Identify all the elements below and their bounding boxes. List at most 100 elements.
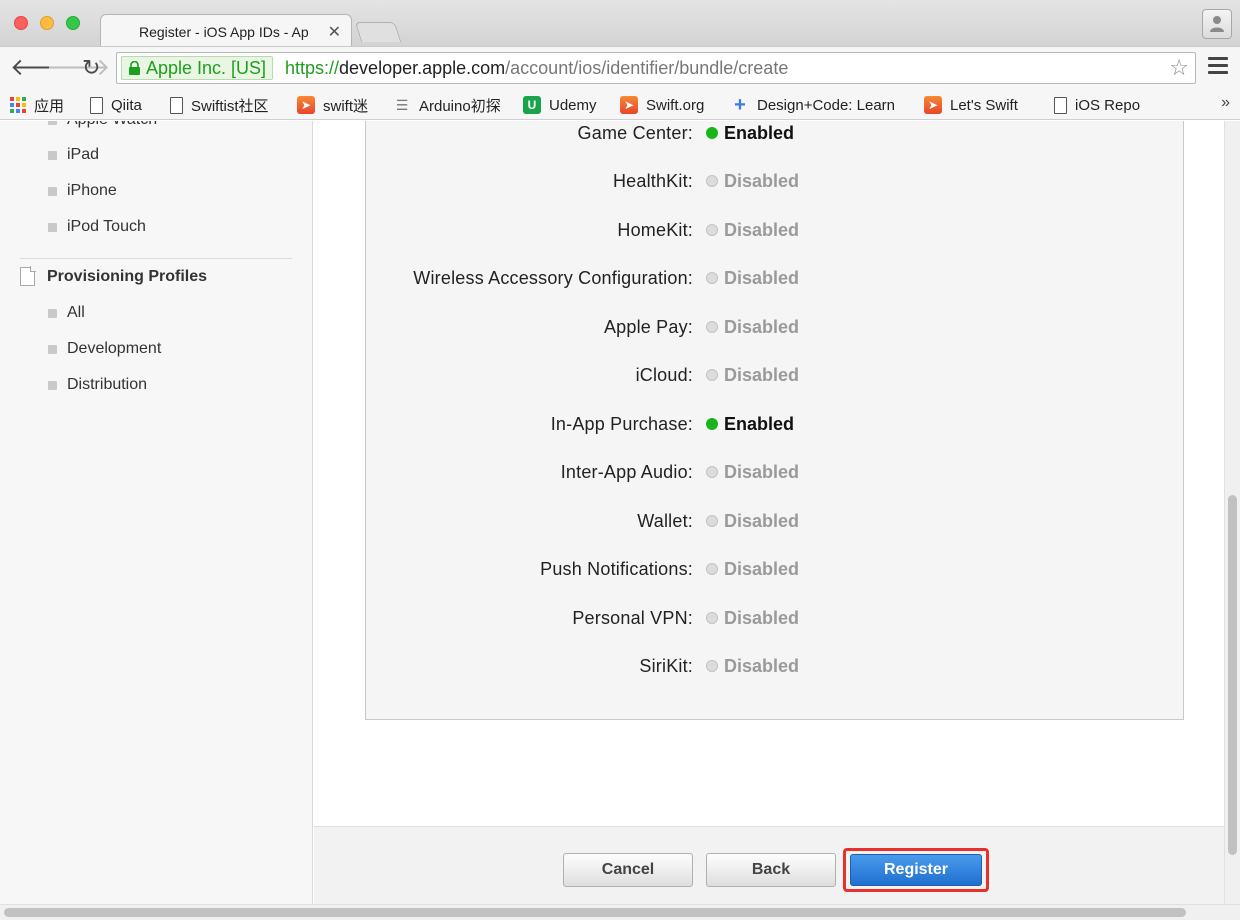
status-text: Disabled bbox=[724, 170, 800, 191]
reload-icon[interactable]: ↻ bbox=[82, 55, 100, 81]
service-label: Wallet: bbox=[637, 511, 693, 531]
service-status: Disabled bbox=[706, 458, 799, 486]
bullet-icon bbox=[48, 380, 57, 390]
status-dot-icon bbox=[706, 127, 718, 139]
swift-icon: ➤ bbox=[620, 96, 638, 114]
service-label: Wireless Accessory Configuration: bbox=[413, 268, 693, 288]
profile-button[interactable] bbox=[1202, 9, 1232, 39]
sidebar-divider bbox=[20, 258, 292, 259]
status-dot-icon bbox=[706, 515, 718, 527]
bookmark-label: iOS Repo bbox=[1075, 96, 1141, 114]
designcode-icon: + bbox=[734, 95, 746, 115]
bullet-icon bbox=[48, 121, 57, 125]
service-status: Disabled bbox=[706, 507, 799, 535]
bookmarks-overflow-button[interactable]: » bbox=[1221, 94, 1230, 112]
bookmark-ios-repo[interactable]: iOS Repo bbox=[1054, 95, 1140, 115]
bookmark-swift-org[interactable]: ➤ Swift.org bbox=[620, 95, 704, 115]
forward-arrow-icon[interactable]: 🡒 bbox=[46, 55, 110, 81]
service-label: Inter-App Audio: bbox=[560, 462, 693, 482]
bookmark-label: Qiita bbox=[111, 96, 142, 114]
status-dot-icon bbox=[706, 466, 718, 478]
service-row-inter-app-audio: Inter-App Audio: Disabled bbox=[366, 458, 1185, 486]
bookmark-label: Let's Swift bbox=[950, 96, 1018, 114]
window-minimize-button[interactable] bbox=[40, 16, 54, 30]
service-row-homekit: HomeKit: Disabled bbox=[366, 216, 1185, 244]
sidebar-item-label: Apple Watch bbox=[67, 121, 157, 129]
status-text: Disabled bbox=[724, 558, 800, 579]
bullet-icon bbox=[48, 186, 57, 196]
horizontal-scrollbar[interactable] bbox=[0, 904, 1240, 920]
bullet-icon bbox=[48, 308, 57, 318]
back-button[interactable]: Back bbox=[706, 853, 836, 887]
window-close-button[interactable] bbox=[14, 16, 28, 30]
bookmark-swiftmi[interactable]: ➤ swift迷 bbox=[297, 95, 368, 115]
service-status: Disabled bbox=[706, 264, 799, 292]
sidebar-item-ipod-touch[interactable]: iPod Touch bbox=[48, 218, 146, 236]
cancel-button[interactable]: Cancel bbox=[563, 853, 693, 887]
bookmark-label: Arduino初探 bbox=[419, 97, 501, 115]
ev-certificate-badge[interactable]: Apple Inc. [US] bbox=[121, 56, 274, 80]
tab-title: Register - iOS App IDs - Ap bbox=[139, 24, 309, 40]
sidebar-item-label: Development bbox=[67, 340, 162, 357]
service-row-personal-vpn: Personal VPN: Disabled bbox=[366, 604, 1185, 632]
sidebar-heading-label: Provisioning Profiles bbox=[47, 267, 208, 285]
vertical-scrollbar-thumb[interactable] bbox=[1228, 495, 1237, 855]
sidebar-item-all[interactable]: All bbox=[48, 304, 85, 322]
url-text[interactable]: https://developer.apple.com/account/ios/… bbox=[285, 57, 788, 79]
page-icon bbox=[170, 96, 183, 114]
tab-strip: Register - iOS App IDs - Ap ✕ bbox=[0, 0, 1240, 48]
ev-label: Apple Inc. [US] bbox=[146, 58, 267, 78]
register-button[interactable]: Register bbox=[850, 854, 982, 886]
bookmark-lets-swift[interactable]: ➤ Let's Swift bbox=[924, 95, 1018, 115]
service-row-wireless-accessory: Wireless Accessory Configuration: Disabl… bbox=[366, 264, 1185, 292]
sidebar-item-iphone[interactable]: iPhone bbox=[48, 182, 117, 200]
browser-tab-active[interactable]: Register - iOS App IDs - Ap ✕ bbox=[100, 14, 352, 48]
sidebar-item-ipad[interactable]: iPad bbox=[48, 146, 99, 164]
horizontal-scrollbar-thumb[interactable] bbox=[4, 908, 1186, 917]
bookmark-arduino[interactable]: ☰ Arduino初探 bbox=[393, 95, 501, 115]
bookmark-label: Swiftist社区 bbox=[191, 97, 269, 115]
service-label: Apple Pay: bbox=[603, 317, 693, 337]
hamburger-menu-icon[interactable] bbox=[1208, 57, 1228, 77]
sidebar-item-distribution[interactable]: Distribution bbox=[48, 376, 147, 394]
service-row-apple-pay: Apple Pay: Disabled bbox=[366, 313, 1185, 341]
status-text: Disabled bbox=[724, 461, 800, 482]
tab-close-icon[interactable]: ✕ bbox=[328, 23, 341, 41]
bookmark-star-icon[interactable]: ☆ bbox=[1169, 55, 1189, 81]
bookmark-designcode[interactable]: + Design+Code: Learn bbox=[731, 95, 901, 115]
sidebar-item-label: All bbox=[67, 304, 85, 321]
new-tab-button[interactable] bbox=[354, 22, 402, 42]
sidebar-item-apple-watch[interactable]: Apple Watch bbox=[48, 121, 157, 129]
status-dot-icon bbox=[706, 612, 718, 624]
vertical-scrollbar[interactable] bbox=[1224, 121, 1240, 920]
lock-icon bbox=[129, 61, 140, 75]
bookmark-label: 应用 bbox=[34, 97, 65, 115]
sidebar-item-development[interactable]: Development bbox=[48, 340, 161, 358]
sidebar-item-label: iPad bbox=[67, 146, 100, 163]
sidebar-item-label: Distribution bbox=[67, 376, 148, 393]
bookmark-swiftist[interactable]: Swiftist社区 bbox=[170, 95, 269, 115]
status-dot-icon bbox=[706, 369, 718, 381]
status-dot-icon bbox=[706, 563, 718, 575]
service-row-push-notifications: Push Notifications: Disabled bbox=[366, 555, 1185, 583]
service-status: Disabled bbox=[706, 361, 799, 389]
window-zoom-button[interactable] bbox=[66, 16, 80, 30]
apps-grid-icon bbox=[10, 97, 26, 113]
bullet-icon bbox=[48, 150, 57, 160]
page-viewport: Apple Watch iPad iPhone iPod Touch Provi… bbox=[0, 121, 1240, 920]
service-status: Enabled bbox=[706, 410, 794, 438]
status-text: Disabled bbox=[724, 510, 800, 531]
service-row-wallet: Wallet: Disabled bbox=[366, 507, 1185, 535]
status-text: Disabled bbox=[724, 267, 800, 288]
bookmark-qiita[interactable]: Qiita bbox=[90, 95, 142, 115]
status-dot-icon bbox=[706, 175, 718, 187]
sidebar: Apple Watch iPad iPhone iPod Touch Provi… bbox=[0, 121, 313, 920]
status-dot-icon bbox=[706, 418, 718, 430]
sidebar-heading-provisioning-profiles[interactable]: Provisioning Profiles bbox=[20, 266, 208, 286]
bookmark-apps[interactable]: 应用 bbox=[10, 95, 64, 115]
bookmark-udemy[interactable]: U Udemy bbox=[523, 95, 597, 115]
register-button-highlight: Register bbox=[843, 848, 989, 892]
address-bar[interactable]: Apple Inc. [US] https://developer.apple.… bbox=[116, 52, 1196, 84]
status-dot-icon bbox=[706, 660, 718, 672]
service-row-in-app-purchase: In-App Purchase: Enabled bbox=[366, 410, 1185, 438]
